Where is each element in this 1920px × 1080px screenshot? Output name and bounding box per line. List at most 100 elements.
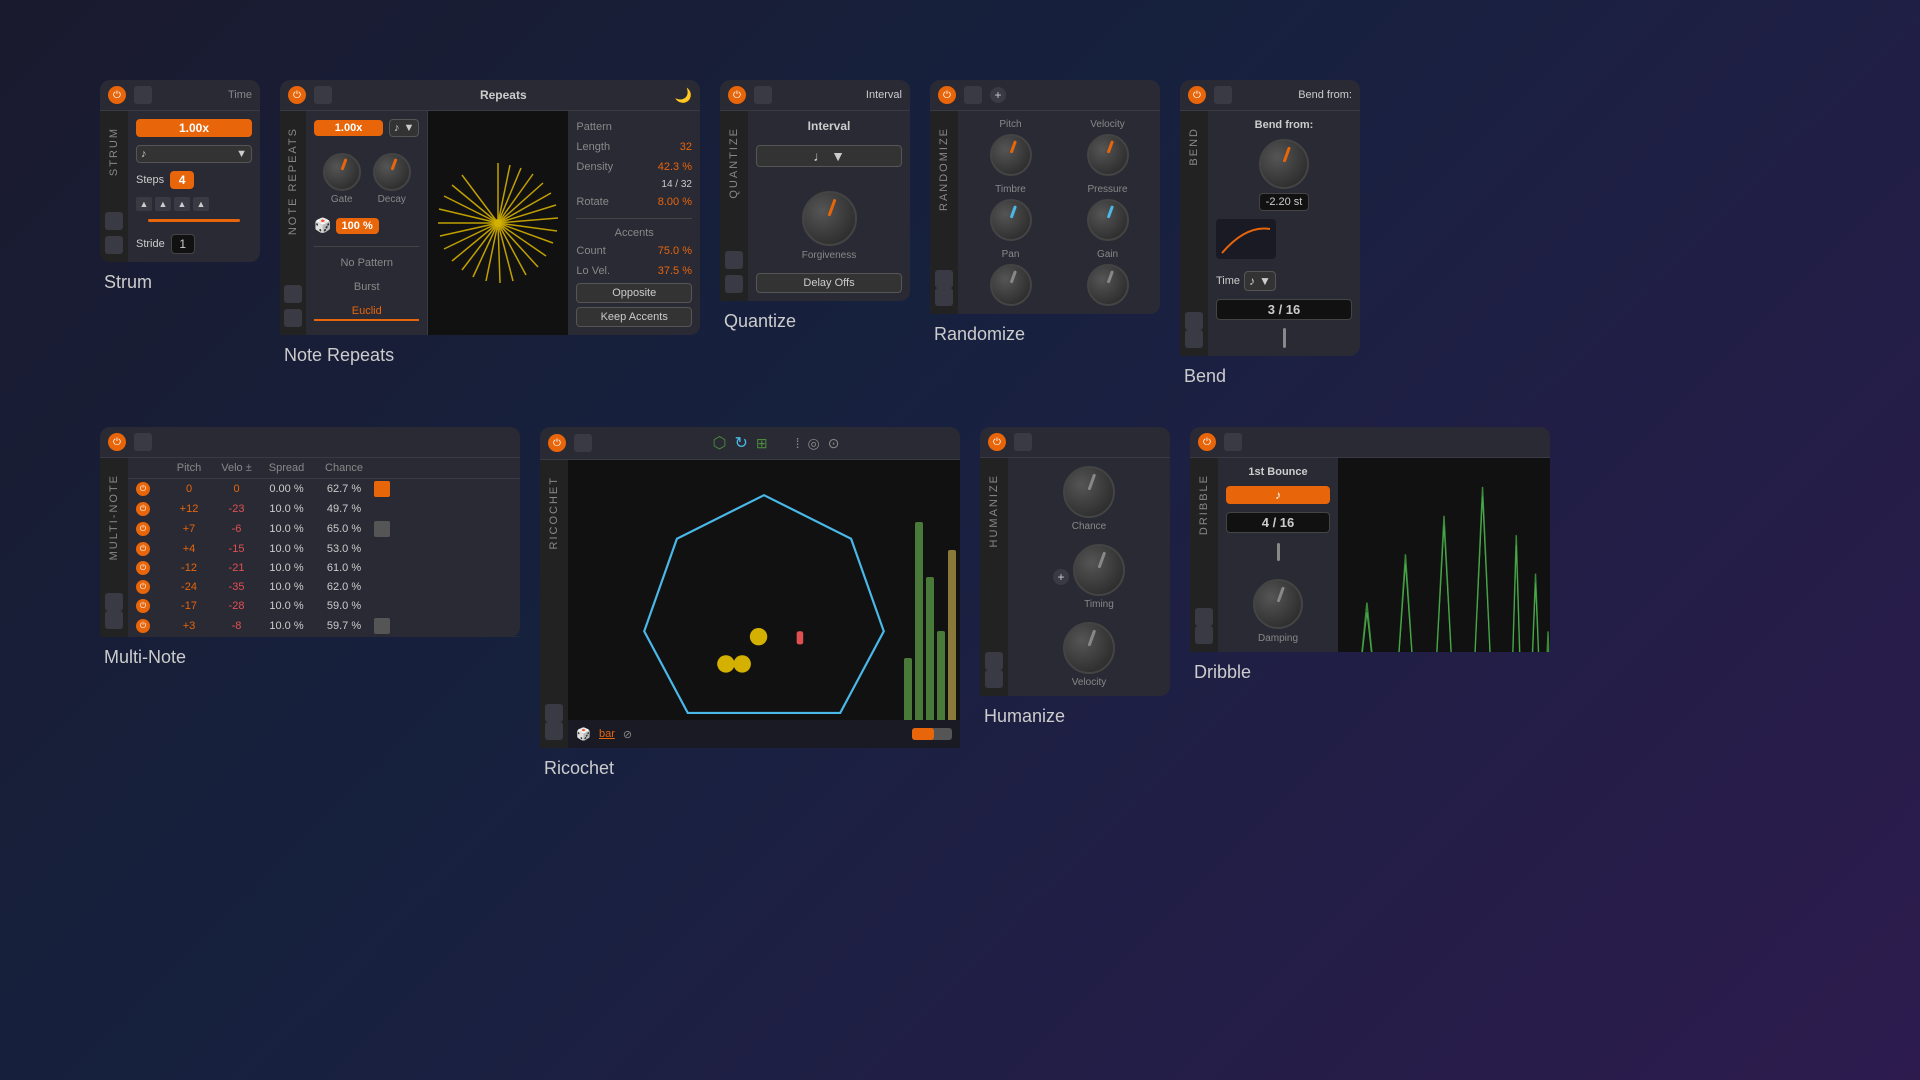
nr-keep-accents-btn[interactable]: Keep Accents xyxy=(576,307,692,327)
nr-sidebar-icon2 xyxy=(284,309,302,327)
mn-chance-4: 61.0 % xyxy=(314,562,374,574)
rico-grid-icon[interactable]: ⊞ xyxy=(756,435,768,452)
mn-row-power-6[interactable]: ⏻ xyxy=(136,599,150,613)
rico-power-button[interactable]: ⏻ xyxy=(548,434,566,452)
rand-timbre-knob[interactable] xyxy=(990,199,1032,241)
rand-power-button[interactable]: ⏻ xyxy=(938,86,956,104)
mn-row-4: ⏻ -12 -21 10.0 % 61.0 % xyxy=(128,559,520,578)
bend-curve-display xyxy=(1216,219,1276,259)
mn-velo-1: -23 xyxy=(214,503,259,515)
drib-damping-knob[interactable] xyxy=(1253,579,1303,629)
q-forgiveness-knob[interactable] xyxy=(802,191,857,246)
mn-row-power-7[interactable]: ⏻ xyxy=(136,619,150,633)
drib-note-symbol: ♪ xyxy=(1275,488,1281,502)
mn-chance-6: 59.0 % xyxy=(314,600,374,612)
mn-preset-icon xyxy=(134,433,152,451)
mn-spread-4: 10.0 % xyxy=(259,562,314,574)
rand-pan-knob[interactable] xyxy=(990,264,1032,306)
rand-pitch-knob[interactable] xyxy=(990,134,1032,176)
rand-sidebar-icon xyxy=(935,270,953,288)
hum-timing-knob[interactable] xyxy=(1073,544,1125,596)
nr-speed-value[interactable]: 1.00x xyxy=(314,120,383,136)
nr-decay-knob[interactable] xyxy=(373,153,411,191)
nr-rotate-value: 8.00 % xyxy=(658,196,692,208)
hum-chance-knob[interactable] xyxy=(1063,466,1115,518)
strum-arrow-up3[interactable]: ▲ xyxy=(174,197,190,211)
mn-label: Multi-Note xyxy=(100,647,520,668)
rico-polygon-icon[interactable]: ⬡ xyxy=(713,433,727,453)
mn-pitch-2: +7 xyxy=(164,523,214,535)
nr-euclid-btn[interactable]: Euclid xyxy=(314,303,419,321)
strum-sidebar-icon2 xyxy=(105,236,123,254)
nr-power-button[interactable]: ⏻ xyxy=(288,86,306,104)
drib-power-button[interactable]: ⏻ xyxy=(1198,433,1216,451)
mn-row-power-2[interactable]: ⏻ xyxy=(136,522,150,536)
mn-row-7: ⏻ +3 -8 10.0 % 59.7 % xyxy=(128,616,520,637)
rand-velocity-knob[interactable] xyxy=(1087,134,1129,176)
drib-note-icon[interactable]: ♪ xyxy=(1226,486,1330,504)
mn-power-button[interactable]: ⏻ xyxy=(108,433,126,451)
nr-percent-value[interactable]: 100 % xyxy=(336,218,379,234)
mn-row-0: ⏻ 0 0 0.00 % 62.7 % xyxy=(128,479,520,500)
mn-row-power-1[interactable]: ⏻ xyxy=(136,502,150,516)
mn-swatch-7 xyxy=(374,618,390,634)
rand-pressure-knob[interactable] xyxy=(1087,199,1129,241)
rico-refresh-icon[interactable]: ↻ xyxy=(734,433,747,453)
rico-icon5[interactable]: ◎ xyxy=(808,435,820,452)
mn-row-power-4[interactable]: ⏻ xyxy=(136,561,150,575)
rico-bar-label[interactable]: bar xyxy=(599,728,615,740)
rand-pan-label: Pan xyxy=(1002,249,1020,260)
strum-arrow-up4[interactable]: ▲ xyxy=(193,197,209,211)
strum-arrow-up2[interactable]: ▲ xyxy=(155,197,171,211)
drib-sidebar-icon2 xyxy=(1195,626,1213,644)
strum-stride-value[interactable]: 1 xyxy=(171,234,195,254)
drib-time-value[interactable]: 4 / 16 xyxy=(1226,512,1330,533)
hum-velocity-knob[interactable] xyxy=(1063,622,1115,674)
strum-steps-value[interactable]: 4 xyxy=(170,171,194,189)
strum-note-icon: ♪ xyxy=(141,148,147,160)
strum-arrow-up1[interactable]: ▲ xyxy=(136,197,152,211)
q-delay-offs-btn[interactable]: Delay Offs xyxy=(756,273,902,293)
rico-dice-icon: 🎲 xyxy=(576,727,591,741)
bend-time-value[interactable]: 3 / 16 xyxy=(1216,299,1352,320)
rico-preset-icon xyxy=(574,434,592,452)
bend-sidebar-icon2 xyxy=(1185,330,1203,348)
rand-plus-btn[interactable]: + xyxy=(990,87,1006,103)
q-sidebar-icon xyxy=(725,251,743,269)
hum-timing-plus[interactable]: + xyxy=(1053,569,1069,585)
bend-main-knob[interactable] xyxy=(1259,139,1309,189)
nr-preset-icon xyxy=(314,86,332,104)
strum-power-button[interactable]: ⏻ xyxy=(108,86,126,104)
nr-opposite-btn[interactable]: Opposite xyxy=(576,283,692,303)
mn-row-1: ⏻ +12 -23 10.0 % 49.7 % xyxy=(128,500,520,519)
nr-vert-label: NOTE REPEATS xyxy=(287,119,299,243)
nr-count-label: Count xyxy=(576,245,605,257)
nr-no-pattern-btn[interactable]: No Pattern xyxy=(314,255,419,271)
mn-row-power-0[interactable]: ⏻ xyxy=(136,482,150,496)
strum-time-label: Time xyxy=(160,89,252,101)
hum-sidebar-icon2 xyxy=(985,670,1003,688)
hum-power-button[interactable]: ⏻ xyxy=(988,433,1006,451)
rico-icon6[interactable]: ⊙ xyxy=(828,435,840,452)
q-power-button[interactable]: ⏻ xyxy=(728,86,746,104)
mn-pitch-6: -17 xyxy=(164,600,214,612)
nr-note-dropdown[interactable]: ♪▼ xyxy=(389,119,419,137)
q-interval-label: Interval xyxy=(756,119,902,133)
nr-pattern-label: Pattern xyxy=(576,121,611,133)
bend-vert-label: BEND xyxy=(1188,119,1200,174)
bend-note-dropdown[interactable]: ♪▼ xyxy=(1244,271,1276,291)
mn-pitch-1: +12 xyxy=(164,503,214,515)
strum-note-dropdown[interactable]: ♪ ▼ xyxy=(136,145,252,163)
strum-time-value[interactable]: 1.00x xyxy=(136,119,252,137)
rico-label: Ricochet xyxy=(540,758,960,779)
mn-row-power-5[interactable]: ⏻ xyxy=(136,580,150,594)
nr-starburst-area xyxy=(428,111,568,335)
bend-power-button[interactable]: ⏻ xyxy=(1188,86,1206,104)
nr-burst-btn[interactable]: Burst xyxy=(314,279,419,295)
mn-row-power-3[interactable]: ⏻ xyxy=(136,542,150,556)
nr-gate-knob[interactable] xyxy=(323,153,361,191)
rico-icon4[interactable]: ⁞ xyxy=(796,435,800,451)
drib-sidebar-icon xyxy=(1195,608,1213,626)
rand-gain-knob[interactable] xyxy=(1087,264,1129,306)
q-interval-dropdown[interactable]: ♩▼ xyxy=(756,145,902,167)
